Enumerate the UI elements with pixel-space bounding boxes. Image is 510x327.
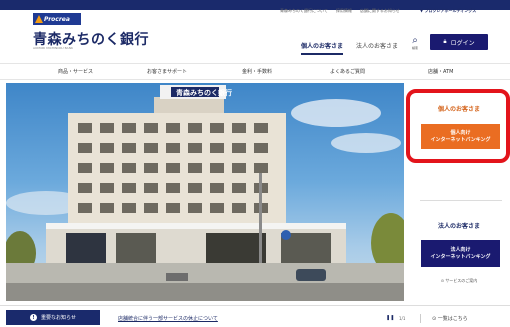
nav-support[interactable]: お客さまサポート bbox=[147, 68, 187, 75]
notice-pager: 1/1 bbox=[399, 316, 406, 321]
service-guide-label: サービスのご案内 bbox=[445, 278, 478, 283]
search-button[interactable]: ⌕ 検索 bbox=[407, 36, 423, 54]
corporate-button-line1: 法人向け bbox=[450, 246, 471, 253]
search-icon: ⌕ bbox=[412, 35, 418, 46]
search-label: 検索 bbox=[411, 46, 418, 50]
holdings-link[interactable]: ▼ プロクレアホールディングス bbox=[420, 8, 476, 14]
login-button[interactable]: 🔒︎ ログイン bbox=[430, 34, 488, 50]
hero-image: 青森みちのく銀行 bbox=[6, 83, 404, 301]
global-nav: 商品・サービス お客さまサポート 金利・手数料 よくあるご質問 店舗・ATM bbox=[0, 63, 510, 80]
nav-faq[interactable]: よくあるご質問 bbox=[330, 68, 365, 75]
important-notice-bar: ! 重要なお知らせ 店舗統合に伴う一部サービスの休止について ❚❚ 1/1 ⊙ … bbox=[0, 305, 510, 327]
bank-building-illustration: 青森みちのく銀行 bbox=[6, 85, 404, 301]
holdings-link-label: プロクレアホールディングス bbox=[424, 8, 477, 13]
utility-links: 青森みちのく銀行について 採用情報 店舗に関するお知らせ bbox=[280, 8, 400, 14]
side-divider bbox=[420, 200, 502, 201]
procrea-mark-icon bbox=[33, 13, 43, 25]
nav-products[interactable]: 商品・サービス bbox=[58, 68, 93, 75]
tab-personal[interactable]: 個人のお客さま bbox=[301, 41, 344, 55]
corporate-section-title: 法人のお客さま bbox=[437, 223, 480, 230]
nav-rates[interactable]: 金利・手数料 bbox=[242, 68, 272, 75]
util-link-recruit[interactable]: 採用情報 bbox=[336, 8, 352, 14]
util-link-branch-notice[interactable]: 店舗に関するお知らせ bbox=[360, 8, 400, 14]
login-label: ログイン bbox=[450, 39, 475, 47]
notice-divider bbox=[420, 314, 421, 323]
corporate-button-line2: インターネットバンキング bbox=[430, 253, 491, 260]
logo-badge-text: Procrea bbox=[44, 15, 70, 23]
info-icon: ! bbox=[30, 314, 38, 321]
notice-list-label: 一覧はこちら bbox=[437, 316, 468, 322]
notice-label: ! 重要なお知らせ bbox=[6, 310, 100, 325]
pause-icon[interactable]: ❚❚ bbox=[386, 315, 394, 321]
notice-list-link[interactable]: ⊙ 一覧はこちら bbox=[432, 315, 468, 322]
notice-label-text: 重要なお知らせ bbox=[41, 315, 76, 321]
highlight-annotation bbox=[406, 89, 510, 163]
notice-link[interactable]: 店舗統合に伴う一部サービスの休止について bbox=[118, 315, 218, 322]
lock-icon: 🔒︎ bbox=[443, 38, 447, 45]
util-link-about[interactable]: 青森みちのく銀行について bbox=[280, 8, 328, 14]
tab-corporate[interactable]: 法人のお客さま bbox=[356, 41, 398, 50]
building-sign: 青森みちのく銀行 bbox=[176, 88, 232, 97]
service-guide-link[interactable]: ⊙ サービスのご案内 bbox=[408, 278, 510, 284]
procrea-logo[interactable]: Procrea bbox=[33, 13, 81, 25]
corporate-internet-banking-button[interactable]: 法人向け インターネットバンキング bbox=[421, 240, 500, 267]
bank-tagline: AOMORI MICHINOKU BANK bbox=[33, 46, 73, 50]
nav-branches[interactable]: 店舗・ATM bbox=[428, 68, 453, 75]
